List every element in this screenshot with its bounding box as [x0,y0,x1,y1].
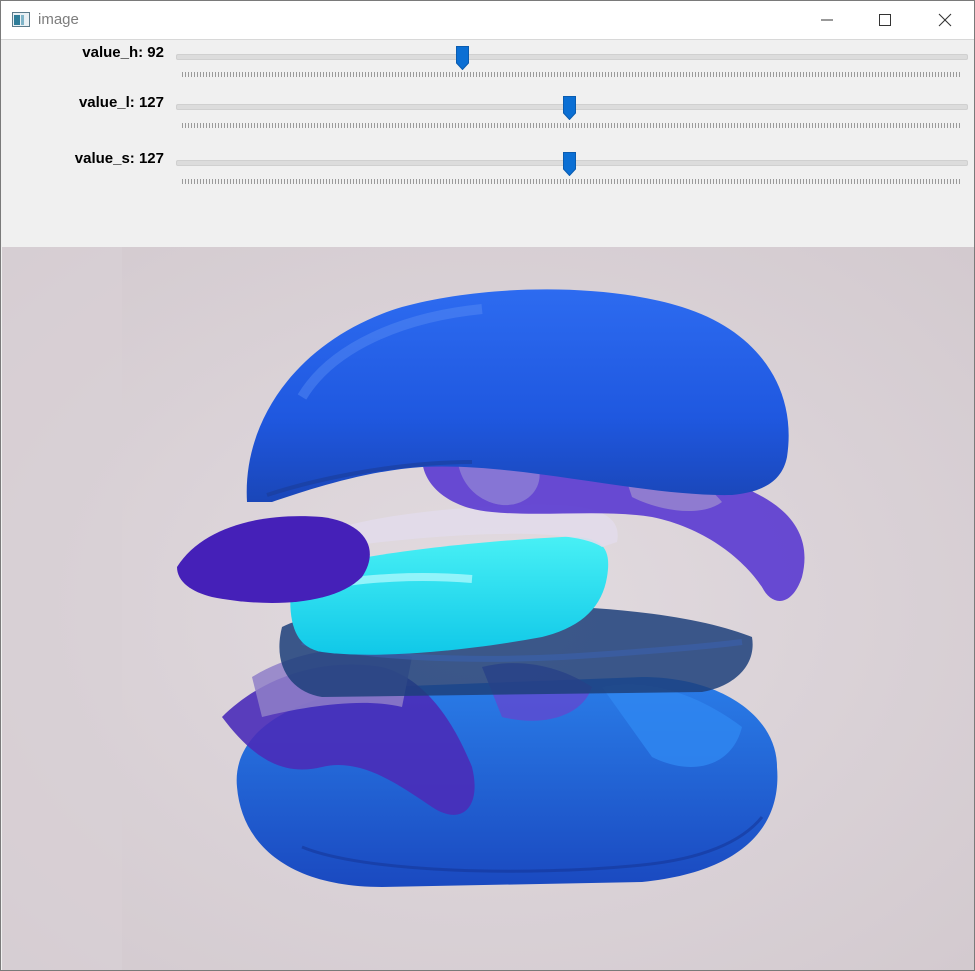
burger-image [2,247,974,970]
minimize-button[interactable] [798,1,856,39]
slider-track-value-h[interactable] [176,54,968,60]
close-icon [938,13,952,27]
slider-thumb-value-h[interactable] [456,46,470,70]
title-bar[interactable]: image [1,1,974,40]
app-icon [12,12,30,27]
maximize-button[interactable] [856,1,914,39]
slider-ticks-value-s [182,179,960,184]
window-title: image [38,11,79,28]
trackbar-label-value-l: value_l: 127 [78,94,164,111]
image-window: image value_h: 92 value_l: 127 value_s: … [0,0,975,971]
slider-ticks-value-h [182,72,960,77]
slider-ticks-value-l [182,123,960,128]
slider-thumb-value-s[interactable] [562,152,576,176]
image-display [2,247,974,970]
trackbar-label-value-h: value_h: 92 [82,44,164,61]
trackbar-panel: value_h: 92 value_l: 127 value_s: 127 [2,40,974,246]
trackbar-label-value-s: value_s: 127 [74,150,164,167]
close-button[interactable] [916,1,974,39]
slider-thumb-value-l[interactable] [562,96,576,120]
maximize-icon [879,14,891,26]
minimize-icon [821,19,833,21]
